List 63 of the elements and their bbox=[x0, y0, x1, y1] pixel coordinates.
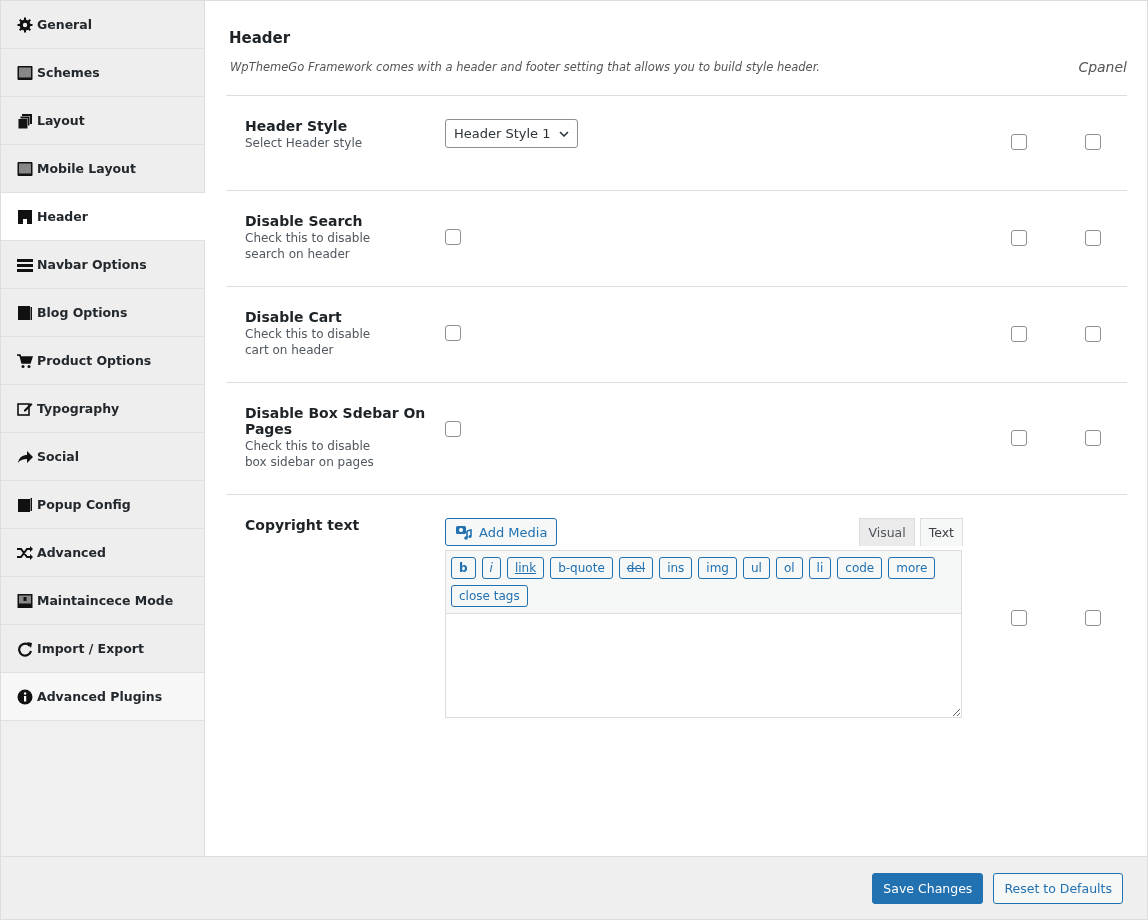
media-icon bbox=[455, 524, 473, 540]
info-icon bbox=[17, 688, 33, 705]
save-changes-button[interactable]: Save Changes bbox=[872, 872, 984, 904]
format-button[interactable]: link bbox=[506, 557, 545, 579]
cart-icon bbox=[17, 352, 33, 369]
checkbox[interactable] bbox=[1011, 429, 1027, 446]
share-icon bbox=[17, 448, 33, 465]
checkbox[interactable] bbox=[1011, 325, 1027, 342]
header-style-select[interactable]: Header Style 1 bbox=[445, 119, 578, 148]
checkbox[interactable] bbox=[1085, 229, 1101, 246]
checkbox[interactable] bbox=[445, 421, 461, 437]
format-button[interactable]: img bbox=[698, 557, 737, 579]
format-button[interactable]: more bbox=[888, 557, 936, 579]
edit-icon bbox=[17, 400, 33, 417]
format-button[interactable]: ol bbox=[775, 557, 803, 579]
checkbox[interactable] bbox=[1085, 429, 1101, 446]
sidebar-item[interactable]: Header bbox=[1, 193, 205, 241]
setting-hint: Select Header style bbox=[245, 135, 364, 151]
setting-hint: Check this to disable box sidebar on pages bbox=[245, 438, 375, 470]
checkbox[interactable] bbox=[1011, 609, 1027, 626]
square-icon bbox=[17, 496, 33, 513]
format-button[interactable]: del bbox=[618, 557, 654, 579]
checkbox[interactable] bbox=[1011, 134, 1027, 150]
editor-tab[interactable]: Visual bbox=[859, 518, 915, 546]
column-label: Cpanel bbox=[1078, 59, 1127, 75]
layers-icon bbox=[17, 112, 33, 129]
format-button[interactable]: li bbox=[808, 557, 832, 579]
book-icon bbox=[17, 304, 33, 321]
setting-title: Copyright text bbox=[245, 517, 361, 533]
checkbox[interactable] bbox=[1085, 325, 1101, 342]
add-media-button[interactable]: Add Media bbox=[445, 518, 558, 546]
checkbox[interactable] bbox=[445, 325, 461, 341]
format-button[interactable]: ins bbox=[659, 557, 693, 579]
setting-title: Disable Cart bbox=[245, 309, 343, 325]
setting-title: Disable Box Sdebar On Pages bbox=[245, 405, 427, 437]
tablet-icon bbox=[17, 160, 33, 177]
setting-hint: Check this to disable search on header bbox=[245, 230, 372, 262]
lock-icon bbox=[17, 592, 33, 609]
format-button[interactable]: i bbox=[481, 557, 501, 579]
sidebar-item[interactable]: Advanced Plugins bbox=[1, 673, 204, 721]
format-button[interactable]: b-quote bbox=[550, 557, 613, 579]
section-description: WpThemeGo Framework comes with a header and footer setting that allows you to build style header. bbox=[230, 60, 820, 74]
chevron-down-icon bbox=[558, 130, 569, 137]
reset-defaults-button[interactable]: Reset to Defaults bbox=[993, 872, 1123, 904]
checkbox[interactable] bbox=[1085, 609, 1101, 626]
editor-tab[interactable]: Text bbox=[919, 518, 963, 546]
bars-icon bbox=[17, 256, 33, 273]
shuffle-icon bbox=[17, 544, 33, 561]
format-button[interactable]: b bbox=[451, 557, 476, 579]
refresh-icon bbox=[17, 640, 33, 657]
section-title: Header bbox=[229, 29, 292, 47]
setting-title: Header Style bbox=[245, 118, 349, 134]
checkbox[interactable] bbox=[1011, 229, 1027, 246]
monitor-icon bbox=[17, 64, 33, 81]
checkbox[interactable] bbox=[1085, 134, 1101, 150]
bookmark-icon bbox=[17, 208, 33, 225]
setting-title: Disable Search bbox=[245, 213, 364, 229]
format-button[interactable]: close tags bbox=[451, 585, 528, 607]
setting-hint: Check this to disable cart on header bbox=[245, 326, 372, 358]
format-button[interactable]: ul bbox=[742, 557, 770, 579]
checkbox[interactable] bbox=[445, 229, 461, 245]
format-button[interactable]: code bbox=[837, 557, 883, 579]
gear-icon bbox=[17, 16, 33, 33]
